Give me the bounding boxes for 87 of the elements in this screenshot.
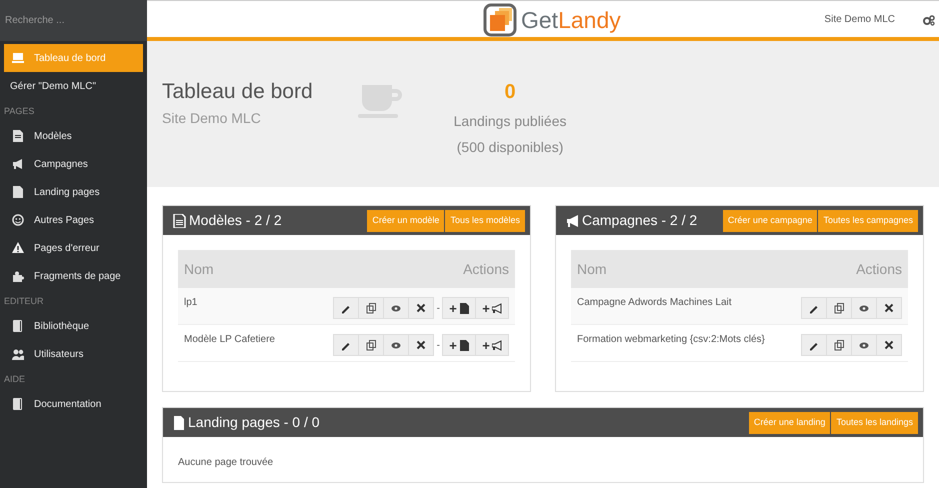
- action-button[interactable]: [358, 297, 384, 319]
- column-header: Actions: [463, 260, 509, 278]
- close-icon: [884, 340, 894, 350]
- sidebar-item[interactable]: Gérer "Demo MLC": [0, 72, 147, 100]
- action-button[interactable]: [851, 297, 877, 319]
- action-button[interactable]: +: [442, 334, 476, 356]
- logo-icon: [483, 3, 517, 37]
- eye-icon: [859, 302, 869, 314]
- site-name[interactable]: Site Demo MLC: [824, 12, 895, 26]
- separator-text: -: [436, 302, 440, 316]
- action-button[interactable]: [851, 334, 877, 356]
- copy-icon: [834, 302, 844, 314]
- eye-icon: [390, 340, 401, 350]
- sidebar-item[interactable]: Documentation: [0, 390, 147, 418]
- page-subtitle: Site Demo MLC: [162, 109, 262, 128]
- column-header: Nom: [577, 260, 607, 278]
- file-icon: [12, 186, 24, 198]
- users-icon: [12, 348, 24, 360]
- file-icon: [458, 340, 469, 350]
- section-heading: PAGES: [3, 105, 36, 118]
- action-button[interactable]: +: [442, 297, 476, 319]
- document-icon: [12, 130, 24, 142]
- sidebar-item[interactable]: Fragments de page: [0, 262, 147, 290]
- megaphone-icon: [492, 302, 502, 314]
- section-heading: EDITEUR: [3, 295, 45, 308]
- panel-title: Modèles - 2 / 2: [189, 211, 282, 230]
- copy-icon: [366, 302, 376, 314]
- published-count: 0: [504, 80, 516, 105]
- smiley-icon: [12, 214, 24, 226]
- megaphone-icon: [566, 214, 579, 228]
- book-icon: [12, 320, 24, 332]
- action-button[interactable]: [408, 334, 434, 356]
- laptop-icon: [12, 52, 24, 64]
- action-button[interactable]: [408, 297, 434, 319]
- close-icon: [884, 302, 894, 314]
- action-button[interactable]: [332, 334, 359, 356]
- action-button[interactable]: [382, 334, 409, 356]
- megaphone-icon: [12, 158, 24, 170]
- page-title: Tableau de bord: [162, 79, 313, 105]
- action-button[interactable]: [826, 334, 852, 356]
- sidebar-item[interactable]: Pages d'erreur: [0, 234, 147, 262]
- close-icon: [416, 302, 426, 314]
- action-button[interactable]: [876, 334, 902, 356]
- eye-icon: [859, 340, 869, 350]
- copy-icon: [834, 340, 844, 350]
- panel-title: Landing pages - 0 / 0: [188, 413, 320, 432]
- table-cell-text: Modèle LP Cafetiere: [184, 333, 275, 347]
- logo-text: Landy: [558, 6, 621, 35]
- action-button[interactable]: +: [475, 334, 509, 356]
- column-header: Actions: [856, 260, 902, 278]
- logo-text: Get: [521, 6, 558, 35]
- action-button[interactable]: +: [475, 297, 509, 319]
- close-icon: [416, 340, 426, 350]
- sidebar-item[interactable]: Modèles: [0, 122, 147, 150]
- action-button[interactable]: [801, 334, 827, 356]
- table-cell-text: lp1: [184, 296, 198, 310]
- published-label: Landings publiées: [454, 112, 566, 131]
- action-button[interactable]: [382, 297, 409, 319]
- copy-icon: [366, 340, 376, 350]
- sidebar-item[interactable]: Campagnes: [0, 150, 147, 178]
- table-cell-text: Campagne Adwords Machines Lait: [577, 296, 732, 310]
- column-header: Nom: [184, 260, 214, 278]
- sidebar-item[interactable]: Autres Pages: [0, 206, 147, 234]
- section-heading: AIDE: [3, 373, 26, 386]
- action-button[interactable]: [332, 297, 359, 319]
- sidebar-item[interactable]: Utilisateurs: [0, 340, 147, 368]
- search-field[interactable]: Recherche ...: [0, 0, 147, 41]
- eye-icon: [390, 302, 401, 314]
- document-icon: [173, 214, 186, 228]
- megaphone-icon: [492, 340, 502, 350]
- empty-message: Aucune page trouvée: [177, 456, 274, 470]
- action-button[interactable]: [876, 297, 902, 319]
- separator-text: -: [436, 338, 440, 352]
- sidebar-item[interactable]: Landing pages: [0, 178, 147, 206]
- available-count: (500 disponibles): [456, 138, 564, 157]
- sidebar-item[interactable]: Bibliothèque: [0, 312, 147, 340]
- panel-title: Campagnes - 2 / 2: [582, 211, 698, 230]
- action-button[interactable]: [358, 334, 384, 356]
- file-icon: [458, 302, 469, 314]
- puzzle-icon: [12, 270, 24, 282]
- action-button[interactable]: [826, 297, 852, 319]
- settings-icon[interactable]: [923, 15, 935, 26]
- warning-icon: [12, 242, 24, 254]
- table-cell-text: Formation webmarketing {csv:2:Mots clés}: [577, 333, 765, 347]
- file-icon: [173, 416, 185, 430]
- book-icon: [12, 398, 24, 410]
- action-button[interactable]: [801, 297, 827, 319]
